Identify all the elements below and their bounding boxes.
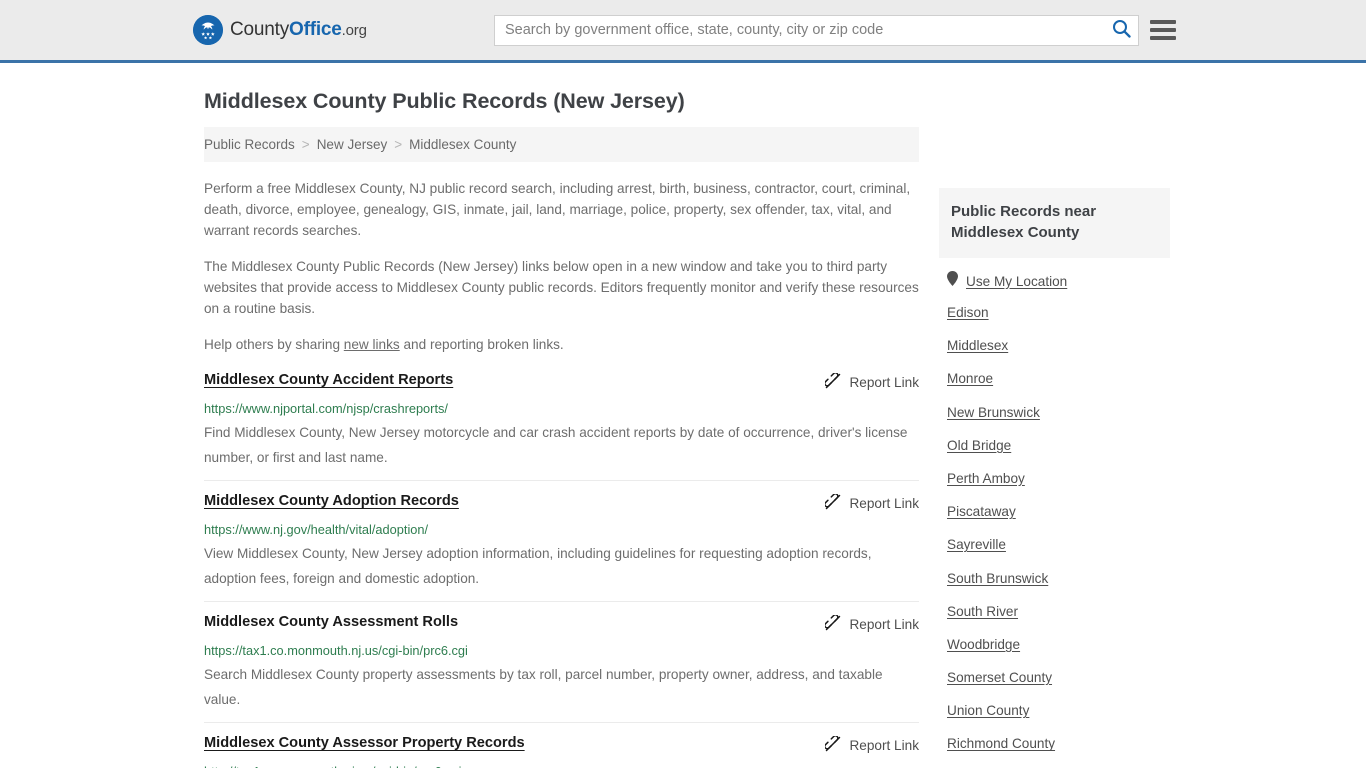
breadcrumb: Public Records > New Jersey > Middlesex … [204, 127, 919, 162]
list-item: Sayreville [947, 536, 1170, 554]
share-line-suffix: and reporting broken links. [399, 337, 564, 352]
share-links-line: Help others by sharing new links and rep… [204, 334, 919, 355]
list-item: Edison [947, 304, 1170, 322]
sidebar-link-edison[interactable]: Edison [947, 305, 989, 320]
sidebar-link-south-river[interactable]: South River [947, 604, 1018, 619]
site-logo[interactable]: CountyOffice.org [193, 15, 367, 45]
report-link-label: Report Link [849, 617, 919, 632]
share-line-prefix: Help others by sharing [204, 337, 344, 352]
record-title-link[interactable]: Middlesex County Accident Reports [204, 372, 453, 388]
record-description: Find Middlesex County, New Jersey motorc… [204, 425, 908, 465]
breadcrumb-item-middlesex-county: Middlesex County [409, 137, 517, 152]
nearby-places-list: Edison Middlesex Monroe New Brunswick Ol… [939, 304, 1170, 768]
map-pin-icon [947, 271, 958, 291]
sidebar-heading: Public Records near Middlesex County [939, 188, 1170, 258]
report-link-button[interactable]: Report Link [824, 372, 919, 392]
sidebar-link-union-county[interactable]: Union County [947, 703, 1029, 718]
list-item: New Brunswick [947, 404, 1170, 422]
sidebar-link-monroe[interactable]: Monroe [947, 371, 993, 386]
intro-paragraph-2: The Middlesex County Public Records (New… [204, 259, 919, 316]
search-button[interactable] [1104, 16, 1138, 45]
records-list: Middlesex County Accident Reports Report… [204, 370, 919, 768]
use-my-location-label: Use My Location [966, 273, 1068, 289]
use-my-location-button[interactable]: Use My Location [939, 271, 1170, 291]
list-item: Piscataway [947, 503, 1170, 521]
record-title-link[interactable]: Middlesex County Assessment Rolls [204, 614, 458, 630]
record-header: Middlesex County Adoption Records Report… [204, 493, 919, 513]
report-link-label: Report Link [849, 496, 919, 511]
record-url: http://tax1.co.monmouth.nj.us/cgi-bin/pr… [204, 764, 919, 768]
breadcrumb-item-new-jersey[interactable]: New Jersey [317, 137, 388, 152]
broken-chain-icon [824, 735, 841, 755]
report-link-button[interactable]: Report Link [824, 493, 919, 513]
record-item: Middlesex County Accident Reports Report… [204, 370, 919, 480]
record-header: Middlesex County Accident Reports Report… [204, 372, 919, 392]
eagle-seal-icon [193, 15, 223, 45]
new-links-link[interactable]: new links [344, 337, 400, 352]
record-item: Middlesex County Adoption Records Report… [204, 480, 919, 601]
broken-chain-icon [824, 493, 841, 513]
record-header: Middlesex County Assessor Property Recor… [204, 735, 919, 755]
breadcrumb-separator-1: > [301, 137, 310, 152]
report-link-label: Report Link [849, 738, 919, 753]
record-description: Search Middlesex County property assessm… [204, 667, 883, 707]
list-item: South Brunswick [947, 570, 1170, 588]
report-link-button[interactable]: Report Link [824, 614, 919, 634]
menu-bar-3 [1150, 36, 1176, 40]
sidebar-link-woodbridge[interactable]: Woodbridge [947, 637, 1020, 652]
record-title-link[interactable]: Middlesex County Assessor Property Recor… [204, 735, 525, 751]
logo-text-county: County [230, 19, 290, 40]
intro-paragraph-1: Perform a free Middlesex County, NJ publ… [204, 181, 911, 238]
sidebar-link-sayreville[interactable]: Sayreville [947, 537, 1006, 552]
record-url: https://www.nj.gov/health/vital/adoption… [204, 522, 429, 537]
main-content: Middlesex County Public Records (New Jer… [204, 89, 919, 768]
report-link-label: Report Link [849, 375, 919, 390]
breadcrumb-separator-2: > [394, 137, 403, 152]
list-item: Union County [947, 702, 1170, 720]
record-item: Middlesex County Assessor Property Recor… [204, 722, 919, 768]
sidebar-link-piscataway[interactable]: Piscataway [947, 504, 1016, 519]
list-item: Somerset County [947, 669, 1170, 687]
menu-bar-2 [1150, 28, 1176, 32]
record-item: Middlesex County Assessment Rolls Report… [204, 601, 919, 722]
sidebar-link-perth-amboy[interactable]: Perth Amboy [947, 471, 1025, 486]
sidebar: Public Records near Middlesex County Use… [939, 188, 1170, 768]
list-item: Perth Amboy [947, 470, 1170, 488]
hamburger-menu-icon[interactable] [1150, 19, 1176, 41]
search-bar[interactable] [494, 14, 1139, 46]
sidebar-link-old-bridge[interactable]: Old Bridge [947, 438, 1011, 453]
report-link-button[interactable]: Report Link [824, 735, 919, 755]
list-item: Woodbridge [947, 636, 1170, 654]
list-item: Middlesex [947, 337, 1170, 355]
menu-bar-1 [1150, 20, 1176, 24]
record-title-link[interactable]: Middlesex County Adoption Records [204, 493, 459, 509]
logo-wordmark: CountyOffice.org [230, 19, 367, 41]
list-item: Richmond County [947, 735, 1170, 753]
list-item: Old Bridge [947, 437, 1170, 455]
search-icon [1112, 19, 1131, 41]
page-title: Middlesex County Public Records (New Jer… [204, 89, 685, 113]
sidebar-link-new-brunswick[interactable]: New Brunswick [947, 405, 1040, 420]
sidebar-link-somerset-county[interactable]: Somerset County [947, 670, 1052, 685]
record-description: View Middlesex County, New Jersey adopti… [204, 546, 872, 586]
sidebar-link-south-brunswick[interactable]: South Brunswick [947, 571, 1048, 586]
broken-chain-icon [824, 614, 841, 634]
list-item: Monroe [947, 370, 1170, 388]
list-item: South River [947, 603, 1170, 621]
sidebar-link-richmond-county[interactable]: Richmond County [947, 736, 1055, 751]
record-url: https://tax1.co.monmouth.nj.us/cgi-bin/p… [204, 643, 468, 658]
logo-text-office: Office [289, 19, 342, 40]
sidebar-link-middlesex[interactable]: Middlesex [947, 338, 1008, 353]
broken-chain-icon [824, 372, 841, 392]
logo-text-tld: .org [341, 22, 367, 39]
breadcrumb-item-public-records[interactable]: Public Records [204, 137, 295, 152]
record-header: Middlesex County Assessment Rolls Report… [204, 614, 919, 634]
site-header: CountyOffice.org [0, 0, 1366, 63]
record-url: https://www.njportal.com/njsp/crashrepor… [204, 401, 448, 416]
search-input[interactable] [495, 15, 1104, 45]
